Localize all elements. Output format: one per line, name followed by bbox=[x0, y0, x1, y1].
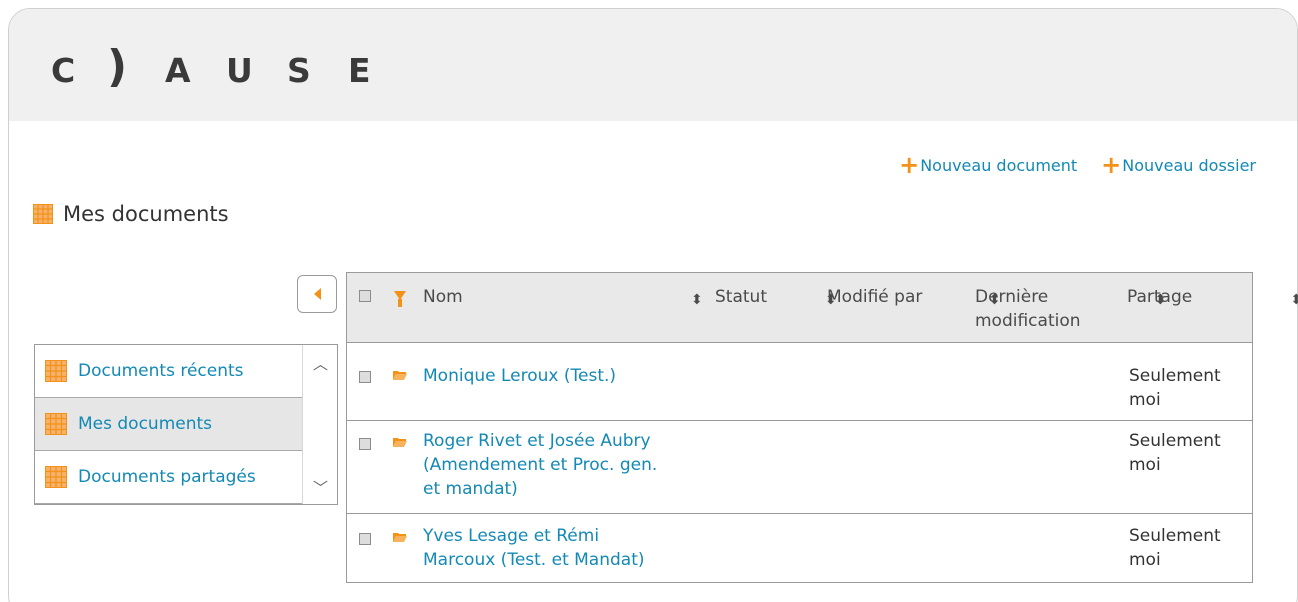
grid-icon bbox=[45, 466, 67, 488]
document-name-line[interactable]: (Amendement et Proc. gen. bbox=[423, 453, 657, 477]
sidebar-item-recent-documents[interactable]: Documents récents bbox=[35, 345, 303, 398]
top-bar: C ) A U S E bbox=[9, 9, 1297, 121]
sidebar-scroll-track[interactable]: ︿ ﹀ bbox=[302, 345, 337, 504]
folder-open-icon bbox=[393, 438, 407, 447]
sharing-value-line: Seulement bbox=[1129, 366, 1221, 386]
sidebar-item-shared-documents[interactable]: Documents partagés bbox=[35, 451, 303, 504]
sharing-value-line: moi bbox=[1129, 455, 1161, 475]
sidebar-item-my-documents[interactable]: Mes documents bbox=[35, 398, 303, 451]
sidebar-item-label: Documents récents bbox=[78, 361, 244, 381]
table-row[interactable]: Roger Rivet et Josée Aubry (Amendement e… bbox=[347, 421, 1252, 514]
collapse-sidebar-button[interactable] bbox=[297, 275, 337, 313]
page-title: Mes documents bbox=[33, 202, 229, 226]
sidebar-item-label: Documents partagés bbox=[78, 467, 256, 487]
table-header: Nom ⬍ Statut ⬍ Modifié par ⬍ Dernière mo… bbox=[347, 273, 1298, 343]
document-sidebar: Documents récents Mes documents Document… bbox=[34, 344, 338, 505]
document-name-line[interactable]: Monique Leroux (Test.) bbox=[423, 364, 616, 388]
grid-icon bbox=[45, 360, 67, 382]
chevron-up-icon[interactable]: ︿ bbox=[313, 353, 328, 374]
chevron-down-icon[interactable]: ﹀ bbox=[313, 477, 328, 498]
folder-open-icon bbox=[393, 533, 407, 542]
grid-icon bbox=[33, 204, 53, 224]
row-checkbox[interactable] bbox=[359, 438, 371, 450]
new-folder-label: Nouveau dossier bbox=[1122, 156, 1256, 175]
column-header-name[interactable]: Nom bbox=[423, 285, 463, 309]
sharing-value-line: Seulement bbox=[1129, 431, 1221, 451]
folder-open-icon bbox=[393, 371, 407, 380]
sharing-value-line: Seulement bbox=[1129, 526, 1221, 546]
document-name-line[interactable]: Roger Rivet et Josée Aubry bbox=[423, 429, 651, 453]
sort-icon[interactable]: ⬍ bbox=[1290, 292, 1298, 308]
document-actions: + Nouveau document + Nouveau dossier bbox=[899, 150, 1256, 179]
column-header-modified-by[interactable]: Modifié par bbox=[827, 285, 922, 309]
grid-icon bbox=[45, 413, 67, 435]
filter-icon[interactable] bbox=[394, 291, 406, 307]
row-checkbox[interactable] bbox=[359, 371, 371, 383]
sidebar-item-label: Mes documents bbox=[78, 414, 213, 434]
document-name-line[interactable]: et mandat) bbox=[423, 477, 518, 501]
logo-letter-a: A bbox=[165, 51, 191, 90]
logo-letter-u: U bbox=[226, 51, 253, 90]
document-name-line[interactable]: Marcoux (Test. et Mandat) bbox=[423, 548, 645, 572]
documents-table: Nom ⬍ Statut ⬍ Modifié par ⬍ Dernière mo… bbox=[346, 272, 1298, 584]
new-document-label: Nouveau document bbox=[920, 156, 1078, 175]
sharing-value-line: moi bbox=[1129, 390, 1161, 410]
page-title-text: Mes documents bbox=[63, 202, 229, 226]
table-row[interactable]: Monique Leroux (Test.) Seulement moi bbox=[347, 343, 1252, 421]
table-row[interactable]: Yves Lesage et Rémi Marcoux (Test. et Ma… bbox=[347, 514, 1252, 584]
column-header-last-modified-line-2[interactable]: modification bbox=[975, 309, 1081, 333]
logo-letter-s: S bbox=[287, 51, 311, 90]
cause-logo: C ) A U S E bbox=[51, 41, 409, 96]
new-document-link[interactable]: + Nouveau document bbox=[899, 150, 1078, 179]
plus-icon: + bbox=[899, 150, 920, 179]
column-header-last-modified-line-1[interactable]: Dernière bbox=[975, 285, 1048, 309]
logo-parenthesis: ) bbox=[107, 41, 128, 92]
sharing-value-line: moi bbox=[1129, 550, 1161, 570]
caret-left-icon bbox=[313, 288, 321, 300]
row-checkbox[interactable] bbox=[359, 533, 371, 545]
column-header-status[interactable]: Statut bbox=[715, 285, 767, 309]
sort-icon[interactable]: ⬍ bbox=[691, 292, 703, 308]
logo-letter-c: C bbox=[51, 51, 76, 90]
column-header-sharing[interactable]: Partage bbox=[1127, 285, 1192, 309]
logo-letter-e: E bbox=[348, 51, 371, 90]
plus-icon: + bbox=[1101, 150, 1122, 179]
document-name-line[interactable]: Yves Lesage et Rémi bbox=[423, 524, 599, 548]
new-folder-link[interactable]: + Nouveau dossier bbox=[1101, 150, 1256, 179]
select-all-checkbox[interactable] bbox=[359, 290, 371, 302]
